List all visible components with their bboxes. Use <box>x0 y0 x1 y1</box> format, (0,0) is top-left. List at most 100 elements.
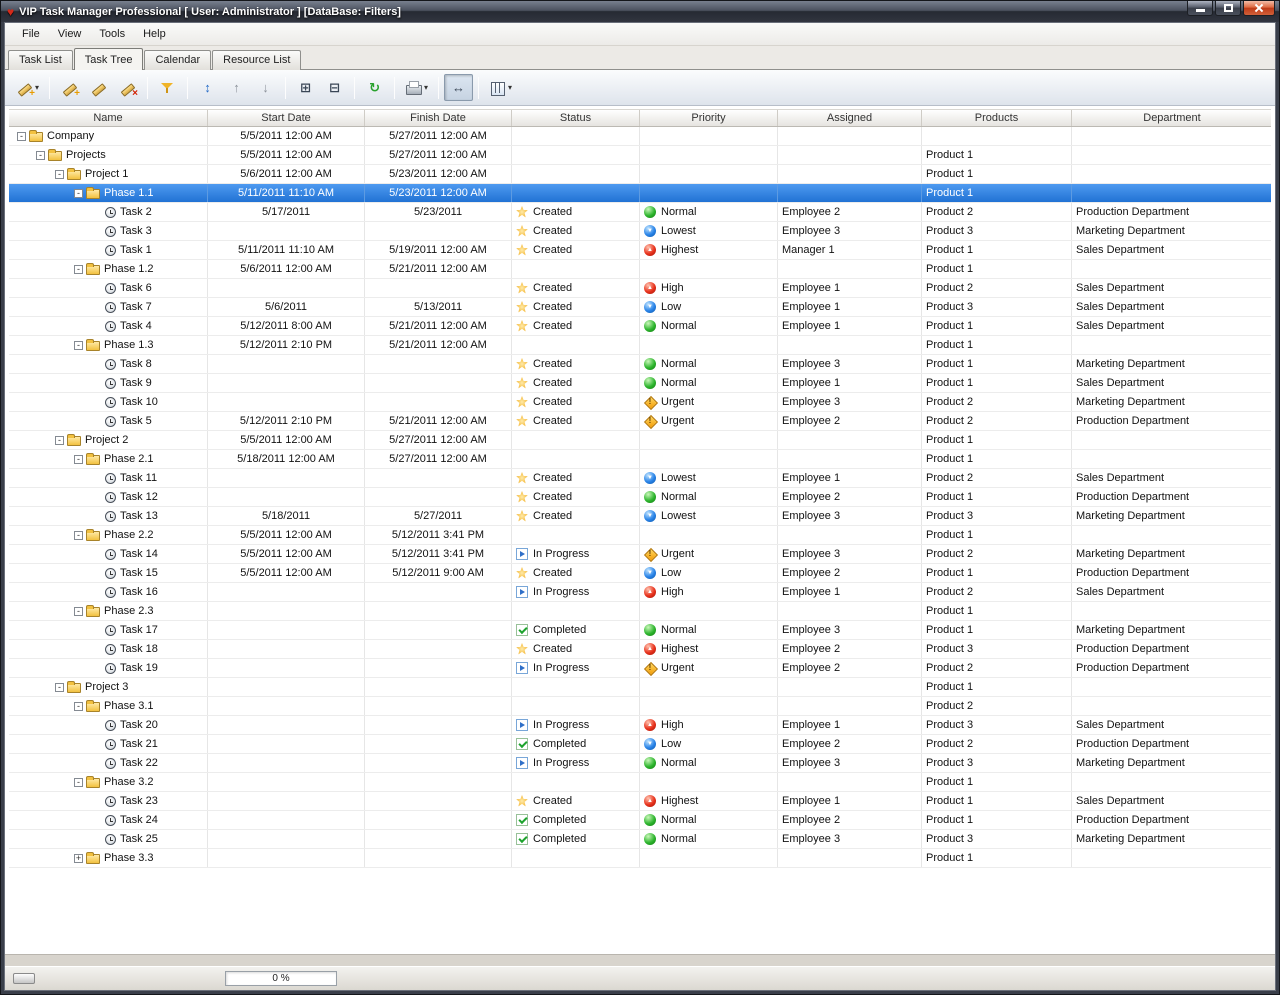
collapse-toggle[interactable]: - <box>74 702 83 711</box>
cell-start: 5/5/2011 12:00 AM <box>208 545 365 563</box>
column-header-department[interactable]: Department <box>1072 110 1271 126</box>
grid-row-task-1[interactable]: Task 15/11/2011 11:10 AM5/19/2011 12:00 … <box>9 241 1271 260</box>
grid-row-phase-1-1[interactable]: -Phase 1.15/11/2011 11:10 AM5/23/2011 12… <box>9 184 1271 203</box>
collapse-toggle[interactable]: - <box>74 189 83 198</box>
grid-row-projects[interactable]: -Projects5/5/2011 12:00 AM5/27/2011 12:0… <box>9 146 1271 165</box>
grid-row-task-14[interactable]: Task 145/5/2011 12:00 AM5/12/2011 3:41 P… <box>9 545 1271 564</box>
menu-help[interactable]: Help <box>134 25 175 43</box>
tab-task-tree[interactable]: Task Tree <box>74 48 144 70</box>
grid-row-phase-2-1[interactable]: -Phase 2.15/18/2011 12:00 AM5/27/2011 12… <box>9 450 1271 469</box>
grid-row-task-17[interactable]: Task 17CompletedNormalEmployee 3Product … <box>9 621 1271 640</box>
cell-products: Product 2 <box>922 545 1072 563</box>
grid-row-task-19[interactable]: Task 19In Progress!UrgentEmployee 2Produ… <box>9 659 1271 678</box>
grid-row-task-3[interactable]: Task 3Created▼LowestEmployee 3Product 3M… <box>9 222 1271 241</box>
grid-row-phase-1-2[interactable]: -Phase 1.25/6/2011 12:00 AM5/21/2011 12:… <box>9 260 1271 279</box>
tab-task-list[interactable]: Task List <box>8 50 73 70</box>
minimize-button[interactable] <box>1187 1 1213 16</box>
collapse-toggle[interactable]: - <box>74 531 83 540</box>
grid-row-task-9[interactable]: Task 9CreatedNormalEmployee 1Product 1Sa… <box>9 374 1271 393</box>
grid-row-company[interactable]: -Company5/5/2011 12:00 AM5/27/2011 12:00… <box>9 127 1271 146</box>
task-new-button[interactable]: +▾ <box>11 74 44 101</box>
grid-row-phase-2-2[interactable]: -Phase 2.25/5/2011 12:00 AM5/12/2011 3:4… <box>9 526 1271 545</box>
grid-row-task-20[interactable]: Task 20In Progress▲HighEmployee 1Product… <box>9 716 1271 735</box>
task-edit-button[interactable] <box>84 74 113 101</box>
collapse-toggle[interactable]: - <box>36 151 45 160</box>
grid-row-task-7[interactable]: Task 75/6/20115/13/2011Created▼LowEmploy… <box>9 298 1271 317</box>
grid-row-task-24[interactable]: Task 24CompletedNormalEmployee 2Product … <box>9 811 1271 830</box>
grid-row-phase-1-3[interactable]: -Phase 1.35/12/2011 2:10 PM5/21/2011 12:… <box>9 336 1271 355</box>
cell-status: In Progress <box>512 545 640 563</box>
column-header-finish[interactable]: Finish Date <box>365 110 512 126</box>
task-add-button[interactable]: + <box>55 74 84 101</box>
move-down-button[interactable]: ↓ <box>251 74 280 101</box>
filter-button[interactable] <box>153 74 182 101</box>
cell-department: Production Department <box>1072 735 1271 753</box>
menu-view[interactable]: View <box>49 25 91 43</box>
grid-row-task-13[interactable]: Task 135/18/20115/27/2011Created▼LowestE… <box>9 507 1271 526</box>
folder-icon <box>86 854 100 864</box>
grid-row-task-5[interactable]: Task 55/12/2011 2:10 PM5/21/2011 12:00 A… <box>9 412 1271 431</box>
collapse-toggle[interactable]: - <box>55 436 64 445</box>
grid-row-project-2[interactable]: -Project 25/5/2011 12:00 AM5/27/2011 12:… <box>9 431 1271 450</box>
grid-row-task-8[interactable]: Task 8CreatedNormalEmployee 3Product 1Ma… <box>9 355 1271 374</box>
column-header-status[interactable]: Status <box>512 110 640 126</box>
expand-toggle[interactable]: + <box>74 854 83 863</box>
grid-row-phase-3-2[interactable]: -Phase 3.2Product 1 <box>9 773 1271 792</box>
collapse-toggle[interactable]: - <box>74 455 83 464</box>
cell-status: Created <box>512 412 640 430</box>
collapse-toggle[interactable]: - <box>55 683 64 692</box>
collapse-toggle[interactable]: - <box>74 607 83 616</box>
grid-row-task-18[interactable]: Task 18Created▲HighestEmployee 2Product … <box>9 640 1271 659</box>
grid-row-task-22[interactable]: Task 22In ProgressNormalEmployee 3Produc… <box>9 754 1271 773</box>
grid-row-task-21[interactable]: Task 21Completed▼LowEmployee 2Product 2P… <box>9 735 1271 754</box>
grid-row-task-23[interactable]: Task 23Created▲HighestEmployee 1Product … <box>9 792 1271 811</box>
column-header-assigned[interactable]: Assigned <box>778 110 922 126</box>
cell-department: Sales Department <box>1072 792 1271 810</box>
expand-all-button[interactable]: ⊞ <box>291 74 320 101</box>
cell-priority: ▲Highest <box>640 792 778 810</box>
grid-row-phase-3-1[interactable]: -Phase 3.1Product 2 <box>9 697 1271 716</box>
collapse-all-button[interactable]: ⊟ <box>320 74 349 101</box>
column-header-priority[interactable]: Priority <box>640 110 778 126</box>
status-created-icon <box>516 244 528 256</box>
column-header-start[interactable]: Start Date <box>208 110 365 126</box>
grid-row-task-15[interactable]: Task 155/5/2011 12:00 AM5/12/2011 9:00 A… <box>9 564 1271 583</box>
column-header-products[interactable]: Products <box>922 110 1072 126</box>
task-delete-button[interactable]: × <box>113 74 142 101</box>
columns-button[interactable]: ▾ <box>484 74 517 101</box>
fit-columns-button[interactable]: ↔ <box>444 74 473 101</box>
grid-row-phase-2-3[interactable]: -Phase 2.3Product 1 <box>9 602 1271 621</box>
dropdown-arrow-icon: ▾ <box>508 83 512 92</box>
menu-tools[interactable]: Tools <box>90 25 134 43</box>
cell-priority: Normal <box>640 811 778 829</box>
sort-button[interactable]: ↕ <box>193 74 222 101</box>
collapse-toggle[interactable]: - <box>74 778 83 787</box>
tab-calendar[interactable]: Calendar <box>144 50 211 70</box>
menu-file[interactable]: File <box>13 25 49 43</box>
cell-products: Product 1 <box>922 336 1072 354</box>
grid-row-task-4[interactable]: Task 45/12/2011 8:00 AM5/21/2011 12:00 A… <box>9 317 1271 336</box>
grid-row-task-6[interactable]: Task 6Created▲HighEmployee 1Product 2Sal… <box>9 279 1271 298</box>
grid-row-project-1[interactable]: -Project 15/6/2011 12:00 AM5/23/2011 12:… <box>9 165 1271 184</box>
collapse-toggle[interactable]: - <box>74 341 83 350</box>
grid-row-project-3[interactable]: -Project 3Product 1 <box>9 678 1271 697</box>
print-button[interactable]: ▾ <box>400 74 433 101</box>
collapse-toggle[interactable]: - <box>17 132 26 141</box>
grid-row-task-12[interactable]: Task 12CreatedNormalEmployee 2Product 1P… <box>9 488 1271 507</box>
refresh-button[interactable]: ↻ <box>360 74 389 101</box>
grid-row-task-2[interactable]: Task 25/17/20115/23/2011CreatedNormalEmp… <box>9 203 1271 222</box>
collapse-toggle[interactable]: - <box>55 170 64 179</box>
grid-row-task-10[interactable]: Task 10Created!UrgentEmployee 3Product 2… <box>9 393 1271 412</box>
grid-row-task-11[interactable]: Task 11Created▼LowestEmployee 1Product 2… <box>9 469 1271 488</box>
move-up-button[interactable]: ↑ <box>222 74 251 101</box>
cell-start: 5/11/2011 11:10 AM <box>208 184 365 202</box>
grid-row-task-16[interactable]: Task 16In Progress▲HighEmployee 1Product… <box>9 583 1271 602</box>
maximize-button[interactable] <box>1215 1 1241 16</box>
close-button[interactable] <box>1243 1 1275 16</box>
collapse-toggle[interactable]: - <box>74 265 83 274</box>
column-header-name[interactable]: Name <box>9 110 208 126</box>
grid-row-phase-3-3[interactable]: +Phase 3.3Product 1 <box>9 849 1271 868</box>
tab-resource-list[interactable]: Resource List <box>212 50 301 70</box>
grid-row-task-25[interactable]: Task 25CompletedNormalEmployee 3Product … <box>9 830 1271 849</box>
cell-name: -Phase 1.1 <box>9 184 208 202</box>
